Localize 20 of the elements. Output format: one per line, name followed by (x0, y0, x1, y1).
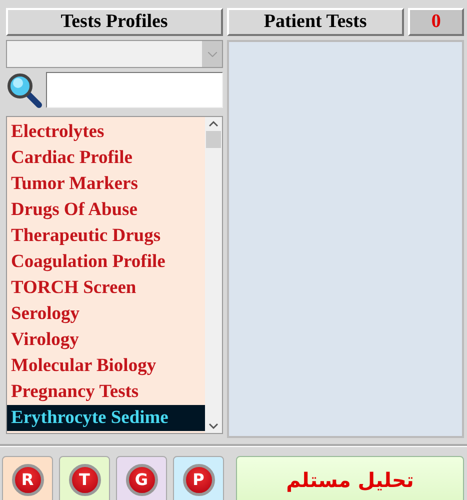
letter-button[interactable]: G (116, 456, 167, 500)
list-item[interactable]: Pregnancy Tests (7, 379, 205, 405)
list-item[interactable]: Cardiac Profile (7, 145, 205, 171)
list-item[interactable]: Erythrocyte Sedime (7, 405, 205, 431)
list-item[interactable]: Coagulation Profile (7, 249, 205, 275)
test-count: 0 (408, 8, 464, 36)
tests-profiles-header[interactable]: Tests Profiles (6, 8, 223, 36)
list-item[interactable]: Electrolytes (7, 119, 205, 145)
list-item[interactable]: Tumor Markers (7, 171, 205, 197)
list-item[interactable]: TORCH Screen (7, 275, 205, 301)
list-item[interactable]: Drugs Of Abuse (7, 197, 205, 223)
letter-button[interactable]: T (59, 456, 110, 500)
received-test-button[interactable]: تحليل مستلم (236, 456, 464, 500)
list-item[interactable]: Therapeutic Drugs (7, 223, 205, 249)
list-item[interactable]: Serology (7, 301, 205, 327)
patient-tests-header[interactable]: Patient Tests (226, 8, 404, 36)
letter-button[interactable]: P (173, 456, 224, 500)
list-item[interactable]: Virology (7, 327, 205, 353)
letter-button[interactable]: R (2, 456, 53, 500)
list-item[interactable]: Molecular Biology (7, 353, 205, 379)
